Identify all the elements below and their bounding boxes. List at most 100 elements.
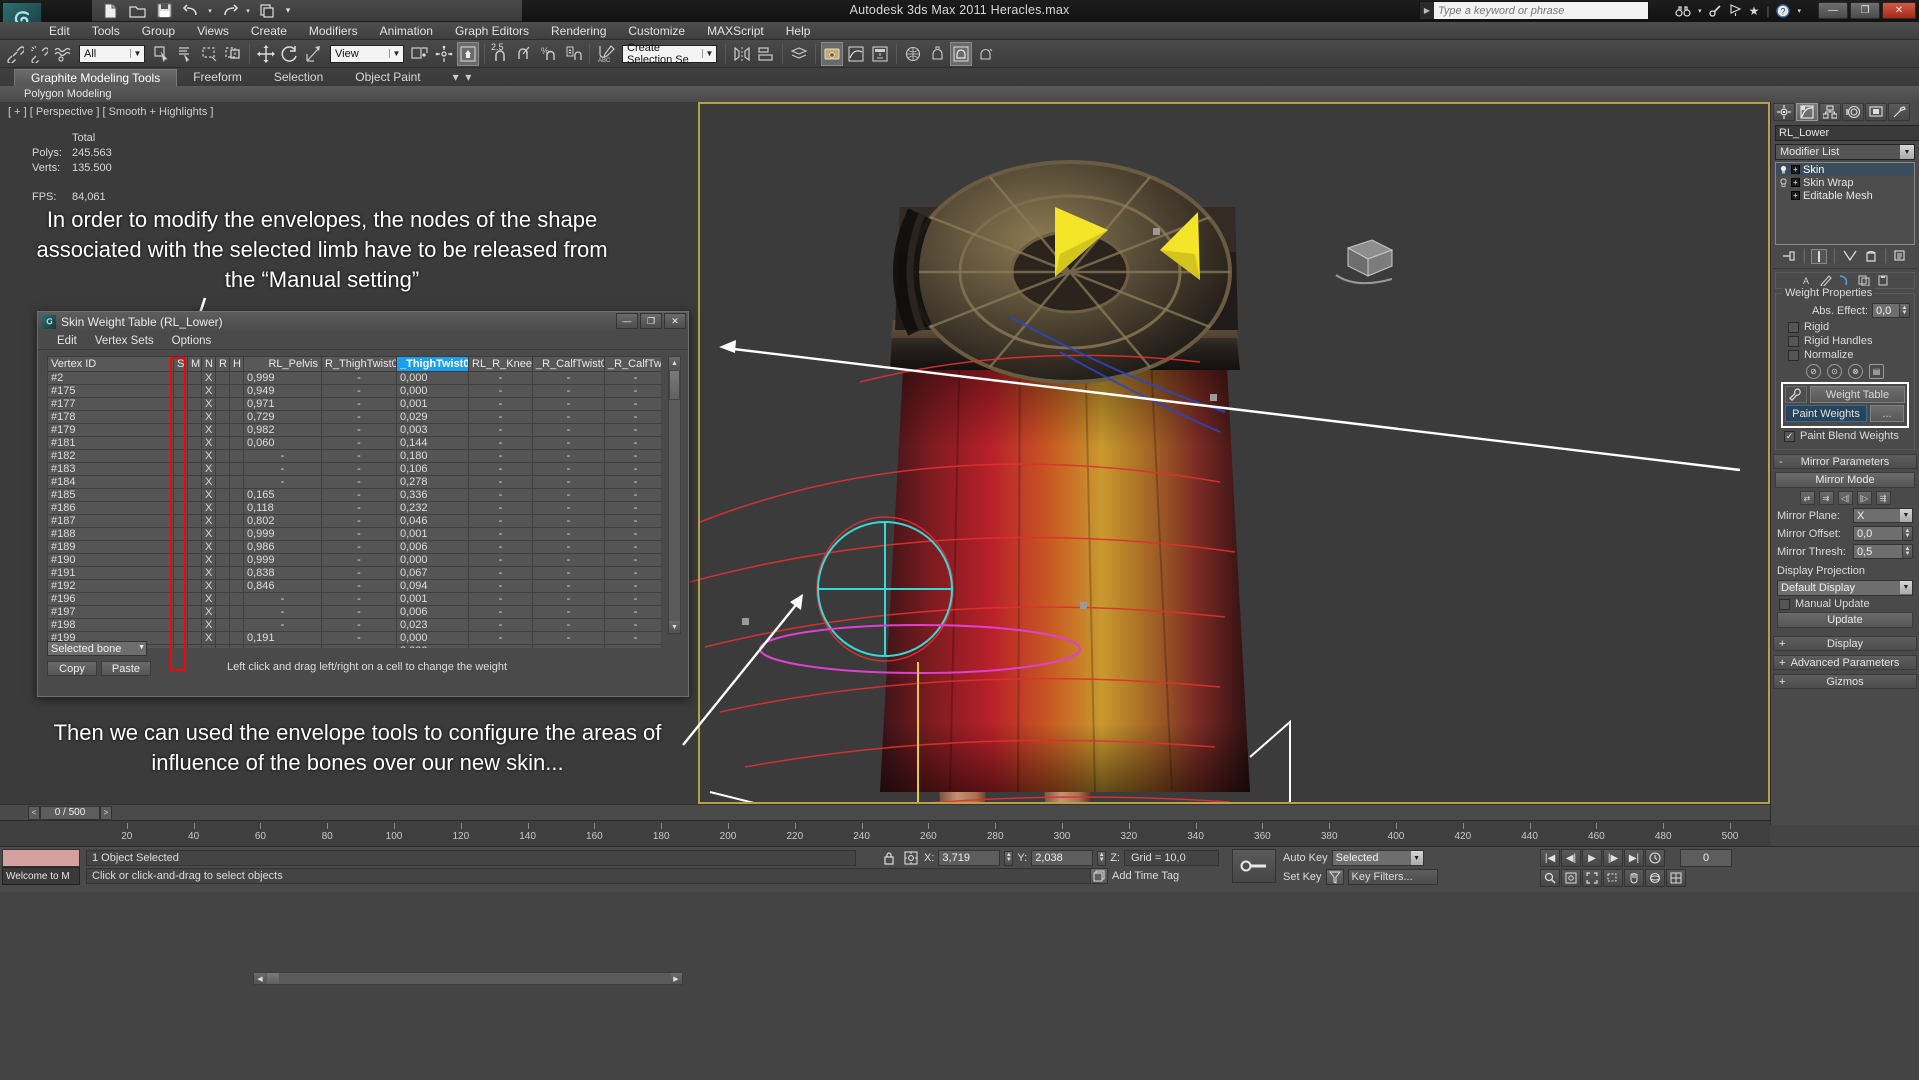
cell-weight-0[interactable]: 0,165	[243, 488, 322, 502]
col-s[interactable]: S	[173, 356, 188, 372]
chevron-down-icon[interactable]: ▼	[1900, 509, 1912, 522]
cell-vertex-id[interactable]: #186	[47, 501, 174, 515]
cell-s[interactable]	[173, 514, 188, 528]
abs-effect-icon[interactable]: A	[1802, 275, 1813, 286]
tab-object-paint[interactable]: Object Paint	[339, 69, 436, 86]
display-rollup[interactable]: + Display	[1773, 636, 1917, 651]
cell-n[interactable]: X	[201, 579, 216, 593]
cell-n[interactable]: X	[201, 501, 216, 515]
cell-vertex-id[interactable]: #198	[47, 618, 174, 632]
cell-s[interactable]	[173, 579, 188, 593]
col-r-calftwist01[interactable]: _R_CalfTwist01	[532, 356, 605, 372]
expand-icon[interactable]: +	[1791, 191, 1800, 200]
advanced-parameters-rollup[interactable]: + Advanced Parameters	[1773, 655, 1917, 670]
cell-n[interactable]: X	[201, 488, 216, 502]
cell-weight-1[interactable]: -	[321, 397, 397, 411]
cell-h[interactable]	[229, 527, 244, 541]
mirror-parameters-rollup[interactable]: - Mirror Parameters	[1773, 454, 1917, 469]
cell-weight-2[interactable]: 0,067	[396, 566, 469, 580]
cell-weight-0[interactable]: 0,949	[243, 384, 322, 398]
weight-table-button[interactable]: Weight Table	[1810, 386, 1905, 403]
cell-h[interactable]	[229, 514, 244, 528]
cell-weight-1[interactable]: -	[321, 514, 397, 528]
maxscript-listener-pink[interactable]	[2, 849, 80, 867]
pencil-icon[interactable]	[1819, 275, 1832, 286]
col-rl-r-knee[interactable]: RL_R_Knee	[468, 356, 533, 372]
mirror-paste-green-icon[interactable]: ◁|	[1837, 491, 1853, 505]
cell-weight-3[interactable]: -	[468, 410, 533, 424]
cell-weight-3[interactable]: -	[468, 423, 533, 437]
cell-vertex-id[interactable]: #183	[47, 462, 174, 476]
object-name-input[interactable]	[1775, 125, 1919, 141]
cell-weight-2[interactable]: 0,180	[396, 449, 469, 463]
cell-weight-1[interactable]: -	[321, 527, 397, 541]
col-r-thightwist02[interactable]: _ThighTwist02	[396, 356, 469, 372]
cell-vertex-id[interactable]: #175	[47, 384, 174, 398]
cell-s[interactable]	[173, 384, 188, 398]
cell-weight-4[interactable]: -	[532, 475, 605, 489]
paste-button[interactable]: Paste	[101, 661, 151, 676]
cell-s[interactable]	[173, 566, 188, 580]
abs-effect-spinner[interactable]: 0,0 ▲ ▼	[1872, 303, 1910, 318]
zoom-all-icon[interactable]	[1561, 869, 1581, 887]
select-and-manipulate-icon[interactable]	[457, 41, 479, 66]
cell-weight-2[interactable]: 0,278	[396, 475, 469, 489]
cell-weight-0[interactable]: -	[243, 449, 322, 463]
cell-weight-0[interactable]: 0,802	[243, 514, 322, 528]
cell-vertex-id[interactable]: #185	[47, 488, 174, 502]
menu-item-help[interactable]: Help	[775, 23, 822, 39]
rigid-checkbox[interactable]	[1788, 321, 1799, 333]
frame-next-icon[interactable]: >	[100, 805, 112, 820]
cell-weight-1[interactable]: -	[321, 605, 397, 619]
tab-selection[interactable]: Selection	[258, 69, 339, 86]
cell-weight-2[interactable]: 0,006	[396, 605, 469, 619]
material-editor-icon[interactable]	[821, 41, 843, 66]
x-spinner-icon[interactable]: ▲ ▼	[1004, 850, 1014, 866]
cell-weight-2[interactable]: 0,046	[396, 514, 469, 528]
cell-m[interactable]	[187, 605, 202, 619]
snap-toggle-icon[interactable]: 2.5	[490, 42, 512, 66]
play-animation-icon[interactable]: ▶	[1582, 849, 1602, 867]
cell-m[interactable]	[187, 540, 202, 554]
save-file-icon[interactable]	[152, 1, 176, 21]
menu-item-graph-editors[interactable]: Graph Editors	[444, 23, 540, 39]
cell-weight-3[interactable]: -	[468, 449, 533, 463]
cell-n[interactable]: X	[201, 566, 216, 580]
cell-weight-5[interactable]: -	[604, 540, 661, 554]
cell-s[interactable]	[173, 423, 188, 437]
cell-weight-5[interactable]: -	[604, 436, 661, 450]
paste-weights-icon[interactable]	[1877, 275, 1889, 286]
cell-weight-4[interactable]: -	[532, 605, 605, 619]
mirror-icon[interactable]	[731, 42, 753, 66]
render-production-icon[interactable]	[950, 41, 972, 66]
cell-n[interactable]: X	[201, 384, 216, 398]
cell-weight-1[interactable]: -	[321, 423, 397, 437]
curve-editor-icon[interactable]	[845, 42, 867, 66]
rigid-handles-checkbox[interactable]	[1788, 335, 1799, 347]
set-key-label[interactable]: Set Key	[1283, 871, 1322, 883]
copy-button[interactable]: Copy	[47, 661, 97, 676]
cell-r[interactable]	[215, 436, 230, 450]
undo-icon[interactable]	[179, 1, 203, 21]
undo-dropdown-icon[interactable]: ▾	[206, 1, 214, 21]
mirror-mode-button[interactable]: Mirror Mode	[1775, 472, 1915, 488]
cell-weight-1[interactable]: -	[321, 618, 397, 632]
tab-motion-icon[interactable]	[1842, 103, 1864, 121]
render-iterative-icon[interactable]	[974, 42, 996, 66]
cell-weight-1[interactable]: -	[321, 488, 397, 502]
cell-n[interactable]: X	[201, 592, 216, 606]
table-row[interactable]: #191 X 0,838-0,067- - -	[47, 566, 661, 580]
cell-h[interactable]	[229, 553, 244, 567]
weight-table-vscrollbar[interactable]: ▲ ▼	[668, 356, 681, 634]
key-filter-icon[interactable]	[1325, 869, 1344, 885]
manual-update-row[interactable]: Manual Update	[1779, 598, 1913, 610]
rollup-collapse-icon[interactable]: -	[1779, 456, 1783, 468]
cell-weight-5[interactable]: -	[604, 410, 661, 424]
chevron-down-icon[interactable]: ▼	[1410, 851, 1423, 865]
cell-weight-5[interactable]: -	[604, 475, 661, 489]
time-tag-icon[interactable]	[1090, 868, 1108, 884]
make-unique-icon[interactable]	[1842, 249, 1858, 264]
cell-vertex-id[interactable]: #184	[47, 475, 174, 489]
rect-selection-region-icon[interactable]	[198, 42, 220, 66]
cell-weight-3[interactable]: -	[468, 384, 533, 398]
